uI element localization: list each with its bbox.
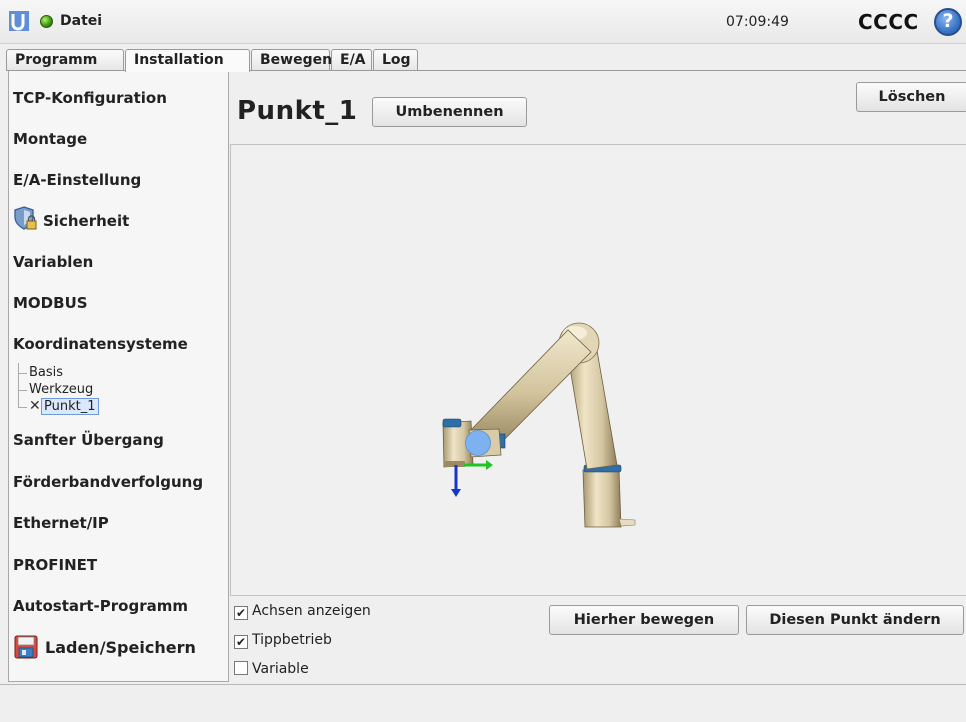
sidebar-item-sanfter-uebergang[interactable]: Sanfter Übergang [13,431,164,449]
jog-mode-checkbox[interactable]: ✔ Tippbetrieb [234,632,332,649]
tab-installation[interactable]: Installation [125,49,250,72]
footer-divider [0,684,966,685]
file-menu[interactable]: Datei [60,13,102,29]
sidebar-item-koordinatensysteme[interactable]: Koordinatensysteme [13,335,188,353]
move-here-button[interactable]: Hierher bewegen [549,605,739,635]
checkbox-unchecked-icon[interactable] [234,661,248,675]
tree-line [18,407,27,408]
sidebar-item-variablen[interactable]: Variablen [13,253,93,271]
robot-name: CCCC [858,10,919,34]
delete-button[interactable]: Löschen [856,82,966,112]
checkbox-label: Achsen anzeigen [252,603,371,619]
sidebar-item-ethernet-ip[interactable]: Ethernet/IP [13,514,109,532]
tab-bewegen[interactable]: Bewegen [251,49,332,71]
sidebar-item-profinet[interactable]: PROFINET [13,556,97,574]
sidebar-item-label: Laden/Speichern [45,638,196,657]
tab-log[interactable]: Log [373,49,418,71]
show-axes-checkbox[interactable]: ✔ Achsen anzeigen [234,603,371,620]
sidebar-item-modbus[interactable]: MODBUS [13,294,88,312]
sidebar-item-laden-speichern[interactable]: Laden/Speichern [13,635,196,659]
installation-sidebar: TCP-Konfiguration Montage E/A-Einstellun… [8,71,229,682]
checkbox-checked-icon[interactable]: ✔ [234,635,248,649]
variable-checkbox[interactable]: Variable [234,661,309,677]
checkbox-label: Variable [252,661,309,677]
clock-time: 07:09:49 [726,14,789,30]
universal-robots-logo-icon [9,11,29,31]
checkbox-checked-icon[interactable]: ✔ [234,606,248,620]
status-led-icon [40,15,53,28]
checkbox-label: Tippbetrieb [252,632,332,648]
page-title: Punkt_1 [237,96,358,126]
point-frame-icon: ✕ [29,398,41,414]
tree-item-punkt-1[interactable]: Punkt_1 [41,398,99,415]
tree-line [18,373,27,374]
robot-arm-graphic [442,322,636,528]
sidebar-item-tcp[interactable]: TCP-Konfiguration [13,89,167,107]
tree-line [18,363,19,407]
change-point-button[interactable]: Diesen Punkt ändern [746,605,964,635]
tree-item-basis[interactable]: Basis [29,365,63,380]
sidebar-item-io-setup[interactable]: E/A-Einstellung [13,171,141,189]
robot-3d-viewport[interactable] [230,144,966,596]
tab-ea[interactable]: E/A [331,49,372,71]
sidebar-item-autostart[interactable]: Autostart-Programm [13,597,188,615]
rename-button[interactable]: Umbenennen [372,97,527,127]
sidebar-item-montage[interactable]: Montage [13,130,87,148]
tab-programm[interactable]: Programm [6,49,124,71]
floppy-disk-icon [14,635,38,659]
help-icon[interactable]: ? [934,8,962,36]
tree-item-werkzeug[interactable]: Werkzeug [29,382,93,397]
sidebar-item-label: Sicherheit [43,212,130,230]
sidebar-item-foerderband[interactable]: Förderbandverfolgung [13,473,203,491]
top-bar: Datei 07:09:49 CCCC ? [0,0,966,44]
tree-line [18,390,27,391]
shield-lock-icon [14,206,37,230]
sidebar-item-sicherheit[interactable]: Sicherheit [13,206,130,230]
